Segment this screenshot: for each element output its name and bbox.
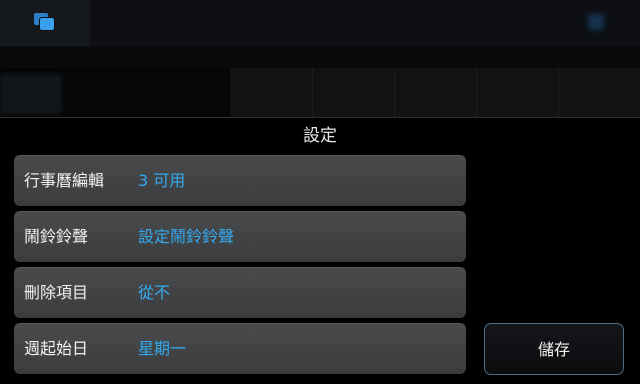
setting-value: 3 可用 — [138, 171, 186, 190]
grid-line — [394, 68, 395, 118]
background-app-icon-area — [0, 0, 90, 46]
dialog-divider — [0, 117, 640, 118]
setting-value: 星期一 — [138, 339, 187, 358]
setting-label: 週起始日 — [24, 339, 89, 358]
calendar-app-icon-front — [40, 18, 54, 30]
setting-value: 從不 — [138, 283, 171, 302]
background-weekday-row — [0, 46, 640, 68]
setting-calendar-edit[interactable]: 行事曆編輯 3 可用 — [14, 155, 466, 206]
grid-line — [312, 68, 313, 118]
setting-label: 行事曆編輯 — [24, 171, 105, 190]
setting-alarm-ringtone[interactable]: 鬧鈴鈴聲 設定鬧鈴鈴聲 — [14, 211, 466, 262]
dialog-title: 設定 — [303, 126, 337, 146]
save-button[interactable]: 儲存 — [484, 323, 624, 375]
grid-line — [558, 68, 559, 118]
setting-week-start-day[interactable]: 週起始日 星期一 — [14, 323, 466, 374]
setting-label: 刪除項目 — [24, 283, 89, 302]
background-action-bar — [0, 0, 640, 46]
calendar-icon — [588, 14, 604, 30]
setting-delete-items[interactable]: 刪除項目 從不 — [14, 267, 466, 318]
setting-label: 鬧鈴鈴聲 — [24, 227, 89, 246]
grid-line — [476, 68, 477, 118]
setting-value: 設定鬧鈴鈴聲 — [138, 227, 235, 246]
background-calendar-cells — [230, 68, 640, 118]
background-week-cell — [0, 74, 62, 114]
